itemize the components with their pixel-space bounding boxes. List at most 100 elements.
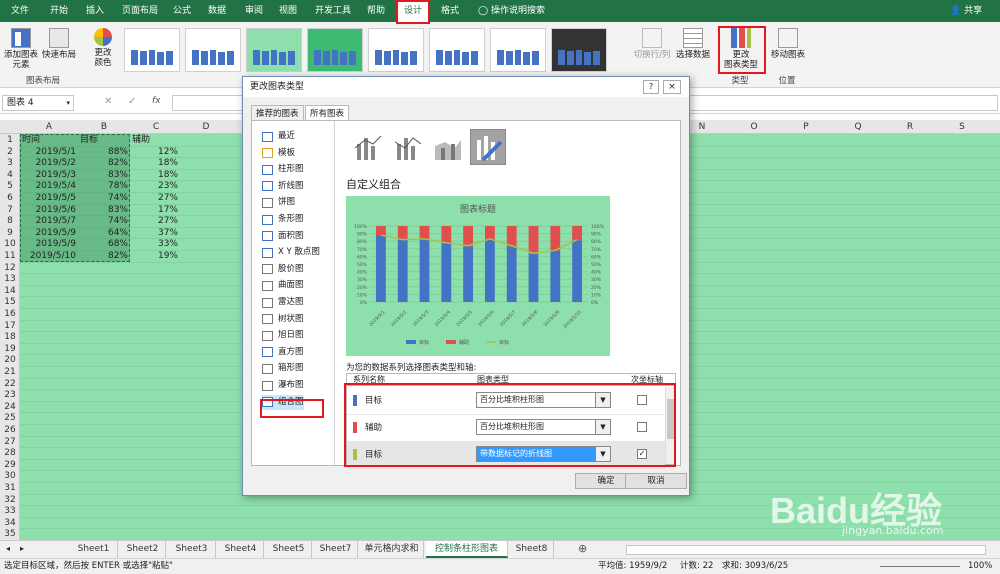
date-cell[interactable]: 2019/5/10 [20,250,76,262]
ribbon-tab[interactable]: 帮助 [362,0,390,22]
date-cell[interactable]: 2019/5/6 [20,204,76,216]
row-header[interactable]: 2 [0,146,20,158]
ribbon-tab[interactable]: 插入 [80,0,110,22]
ribbon-tab[interactable]: 页面布局 [118,0,162,22]
chart-type-item[interactable]: 条形图 [262,212,304,227]
chart-type-item[interactable]: X Y 散点图 [262,245,320,260]
column-header[interactable]: Q [832,120,884,134]
ribbon-tab[interactable]: 格式 [436,0,464,22]
aux-cell[interactable]: 18% [130,157,178,169]
chart-type-item[interactable]: 箱形图 [262,361,304,376]
subtype-column-line-secondary[interactable] [390,129,426,165]
row-header[interactable]: 34 [0,517,20,529]
sheet-tab[interactable]: Sheet3 [168,541,216,558]
target-cell[interactable]: 83% [78,204,128,216]
sheet-tab[interactable]: 控制条柱形图表 [426,541,508,558]
row-header[interactable]: 16 [0,308,20,320]
row-header[interactable]: 6 [0,192,20,204]
row-header[interactable]: 1 [0,134,20,146]
chart-style-5[interactable] [368,28,424,72]
chart-style-8[interactable] [551,28,607,72]
target-cell[interactable]: 83% [78,169,128,181]
column-header[interactable]: A [20,120,78,134]
row-header[interactable]: 29 [0,459,20,471]
date-cell[interactable]: 2019/5/3 [20,169,76,181]
column-header[interactable]: O [728,120,780,134]
row-header[interactable]: 18 [0,331,20,343]
chart-type-item[interactable]: 饼图 [262,195,295,210]
chart-type-item[interactable]: 柱形图 [262,162,304,177]
target-cell[interactable]: 82% [78,250,128,262]
column-header[interactable]: D [182,120,230,134]
chart-type-item[interactable]: 折线图 [262,179,304,194]
aux-cell[interactable]: 23% [130,180,178,192]
chart-style-7[interactable] [490,28,546,72]
chart-style-6[interactable] [429,28,485,72]
sheet-tab[interactable]: Sheet2 [120,541,166,558]
header-cell[interactable]: 辅助 [132,134,150,146]
chart-style-3[interactable] [246,28,302,72]
sheet-tab[interactable]: Sheet4 [218,541,264,558]
ribbon-tab[interactable]: 开始 [44,0,74,22]
share-button[interactable]: 👤 共享 [950,0,982,22]
aux-cell[interactable]: 12% [130,146,178,158]
ribbon-tab[interactable]: 视图 [274,0,302,22]
row-header[interactable]: 14 [0,285,20,297]
nav-prev-icon[interactable]: ◂ [6,544,10,553]
fx-button[interactable]: fx [152,96,161,106]
move-chart-button[interactable]: 移动图表 [768,28,808,60]
zoom-level[interactable]: 100% [968,559,992,574]
ribbon-tab[interactable]: 数据 [202,0,232,22]
ribbon-tab[interactable]: 文件 [4,0,36,22]
tab-all-charts[interactable]: 所有图表 [305,105,350,121]
date-cell[interactable]: 2019/5/4 [20,180,76,192]
enter-icon[interactable]: ✓ [128,96,136,107]
chart-type-item[interactable]: 旭日图 [262,328,304,343]
target-cell[interactable]: 82% [78,157,128,169]
header-cell[interactable]: 时间 [22,134,40,146]
cancel-icon[interactable]: ✕ [104,96,112,107]
switch-row-col-button[interactable]: 切换行/列 [632,28,672,60]
column-header[interactable]: P [780,120,832,134]
tab-recommended[interactable]: 推荐的图表 [251,105,304,121]
aux-cell[interactable]: 27% [130,215,178,227]
header-cell[interactable]: 目标 [80,134,98,146]
row-header[interactable]: 30 [0,470,20,482]
sheet-tab[interactable]: Sheet7 [314,541,358,558]
row-header[interactable]: 24 [0,401,20,413]
row-header[interactable]: 4 [0,169,20,181]
subtype-clustered-column-line[interactable] [350,129,386,165]
row-header[interactable]: 3 [0,157,20,169]
chart-type-item[interactable]: 最近 [262,129,295,144]
row-header[interactable]: 13 [0,273,20,285]
column-header[interactable]: S [936,120,988,134]
aux-cell[interactable]: 33% [130,238,178,250]
column-header[interactable]: B [78,120,130,134]
ribbon-tab[interactable]: 审阅 [240,0,268,22]
target-cell[interactable]: 68% [78,238,128,250]
ribbon-tab[interactable]: 公式 [168,0,196,22]
date-cell[interactable]: 2019/5/5 [20,192,76,204]
aux-cell[interactable]: 27% [130,192,178,204]
chart-type-item[interactable]: 雷达图 [262,295,304,310]
nav-next-icon[interactable]: ▸ [20,544,24,553]
change-colors-button[interactable]: 更改 颜色 [88,28,118,68]
row-header[interactable]: 33 [0,505,20,517]
row-header[interactable]: 19 [0,343,20,355]
chart-style-1[interactable] [124,28,180,72]
sheet-tab[interactable]: Sheet5 [266,541,312,558]
chart-type-item[interactable]: 模板 [262,146,295,161]
date-cell[interactable]: 2019/5/2 [20,157,76,169]
add-sheet-icon[interactable]: ⊕ [578,542,587,555]
cancel-button[interactable]: 取消 [625,473,687,489]
chart-type-item[interactable]: 瀑布图 [262,378,304,393]
target-cell[interactable]: 74% [78,192,128,204]
row-header[interactable]: 26 [0,424,20,436]
chart-type-item[interactable]: 股价图 [262,262,304,277]
aux-cell[interactable]: 18% [130,169,178,181]
row-header[interactable]: 27 [0,436,20,448]
row-header[interactable]: 20 [0,354,20,366]
row-header[interactable]: 7 [0,204,20,216]
date-cell[interactable]: 2019/5/7 [20,215,76,227]
row-header[interactable]: 12 [0,262,20,274]
